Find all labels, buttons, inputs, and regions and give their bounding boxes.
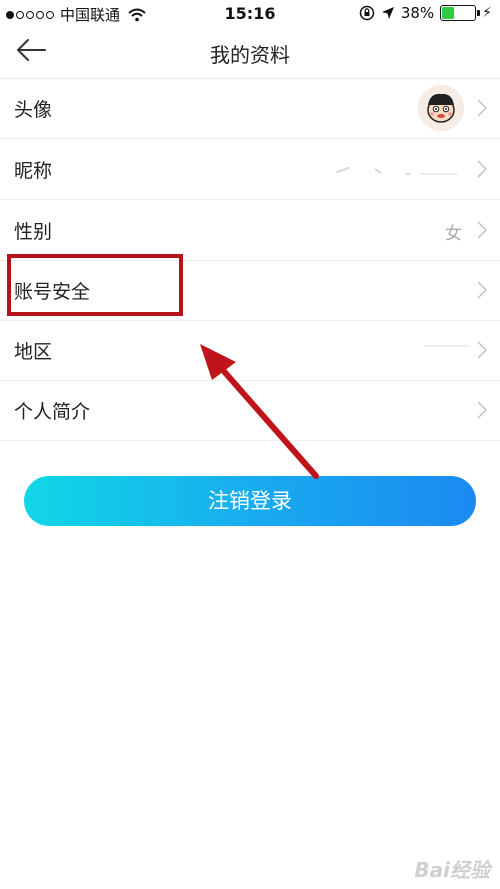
- row-nickname[interactable]: 昵称: [0, 139, 500, 200]
- blurred-value: [374, 167, 382, 175]
- highlight-box: [7, 254, 183, 316]
- chevron-right-icon: [477, 160, 488, 178]
- row-bio[interactable]: 个人简介: [0, 380, 500, 441]
- blurred-value: [406, 173, 410, 175]
- avatar: [418, 85, 464, 131]
- status-right: 38% ⚡: [359, 4, 492, 22]
- chevron-right-icon: [477, 281, 488, 299]
- chevron-right-icon: [477, 221, 488, 239]
- row-label: 性别: [14, 221, 53, 243]
- row-label: 昵称: [14, 160, 53, 182]
- blurred-value: [420, 173, 458, 175]
- row-label: 地区: [14, 341, 53, 363]
- row-label: 个人简介: [14, 401, 91, 423]
- logout-button[interactable]: 注销登录: [24, 476, 476, 526]
- gender-value: 女: [445, 224, 462, 244]
- status-bar: 中国联通 15:16 38% ⚡: [0, 0, 500, 26]
- row-region[interactable]: 地区: [0, 320, 500, 381]
- row-avatar[interactable]: 头像: [0, 78, 500, 139]
- chevron-right-icon: [477, 341, 488, 359]
- charging-bolt-icon: ⚡: [482, 5, 492, 21]
- blurred-value: [424, 345, 470, 347]
- row-label: 头像: [14, 99, 53, 121]
- chevron-right-icon: [477, 401, 488, 419]
- blurred-value: [336, 166, 350, 174]
- nav-bar: 我的资料: [0, 26, 500, 79]
- battery-icon: [440, 5, 481, 21]
- chevron-right-icon: [477, 99, 488, 117]
- watermark-logo: Bai经验: [414, 858, 490, 882]
- battery-level-fill: [442, 7, 455, 19]
- orientation-lock-icon: [359, 5, 375, 21]
- row-gender[interactable]: 性别 女: [0, 200, 500, 261]
- location-arrow-icon: [381, 7, 394, 19]
- battery-percent: 38%: [400, 4, 435, 22]
- page-title: 我的资料: [210, 43, 290, 67]
